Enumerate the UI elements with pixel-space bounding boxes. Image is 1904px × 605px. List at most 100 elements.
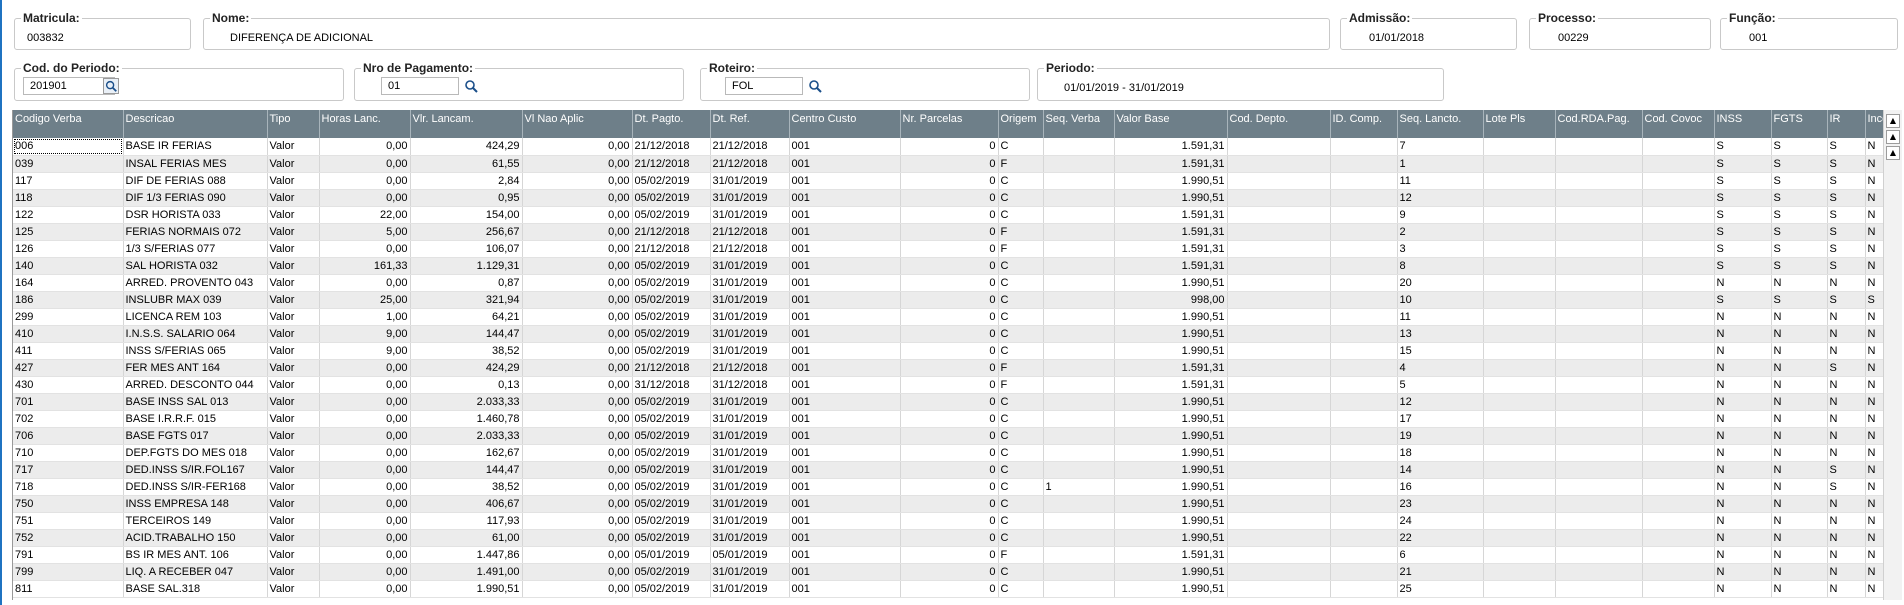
table-cell[interactable]: N <box>1865 495 1883 513</box>
table-row[interactable]: 126 1/3 S/FERIAS 077 Valor 0,00 106,07 0,00 21… <box>13 240 1883 258</box>
table-cell[interactable]: C <box>998 461 1044 479</box>
table-cell[interactable]: N <box>1865 376 1883 394</box>
table-cell[interactable]: C <box>998 563 1044 581</box>
table-cell[interactable]: 1,00 <box>319 308 411 326</box>
table-cell[interactable]: 13 <box>1397 325 1484 343</box>
table-cell[interactable]: 25 <box>1397 580 1484 598</box>
table-cell[interactable] <box>1043 495 1115 513</box>
table-cell[interactable]: 12 <box>1397 189 1484 207</box>
table-cell[interactable] <box>1483 189 1556 207</box>
table-cell[interactable]: Valor <box>267 257 320 275</box>
table-cell[interactable] <box>1483 223 1556 241</box>
table-row[interactable]: 427 FER MES ANT 164 Valor 0,00 424,29 0,00 21/… <box>13 359 1883 377</box>
table-cell[interactable]: 21/12/2018 <box>710 155 790 173</box>
table-cell[interactable]: 154,00 <box>410 206 523 224</box>
table-cell[interactable]: 0 <box>900 529 999 547</box>
table-cell[interactable] <box>1043 461 1115 479</box>
table-cell[interactable]: N <box>1771 461 1828 479</box>
table-cell[interactable] <box>1483 580 1556 598</box>
table-cell[interactable]: 05/02/2019 <box>632 206 711 224</box>
table-cell[interactable]: F <box>998 155 1044 173</box>
table-cell[interactable]: 0,00 <box>522 495 633 513</box>
table-cell[interactable]: C <box>998 342 1044 360</box>
table-cell[interactable]: Valor <box>267 155 320 173</box>
table-cell[interactable]: 0 <box>900 189 999 207</box>
table-cell[interactable] <box>1227 291 1331 309</box>
table-cell[interactable] <box>1642 546 1715 564</box>
table-cell[interactable] <box>1330 274 1398 292</box>
table-cell[interactable]: 0,13 <box>410 376 523 394</box>
table-cell[interactable]: 706 <box>13 427 124 445</box>
nro-pagamento-input[interactable]: 01 <box>381 77 459 95</box>
table-cell[interactable]: N <box>1827 512 1866 530</box>
table-cell[interactable]: 0,00 <box>522 444 633 462</box>
table-cell[interactable] <box>1642 495 1715 513</box>
column-header[interactable]: IR <box>1827 110 1866 138</box>
table-cell[interactable]: INSS EMPRESA 148 <box>123 495 268 513</box>
table-cell[interactable] <box>1043 172 1115 190</box>
table-cell[interactable] <box>1330 155 1398 173</box>
table-cell[interactable]: 22 <box>1397 529 1484 547</box>
table-cell[interactable]: 21/12/2018 <box>710 240 790 258</box>
table-cell[interactable] <box>1043 359 1115 377</box>
table-cell[interactable] <box>1642 172 1715 190</box>
table-cell[interactable]: C <box>998 427 1044 445</box>
table-cell[interactable]: C <box>998 495 1044 513</box>
table-cell[interactable]: 18 <box>1397 444 1484 462</box>
table-cell[interactable]: N <box>1714 512 1772 530</box>
table-cell[interactable]: 0,00 <box>522 529 633 547</box>
table-cell[interactable] <box>1483 563 1556 581</box>
table-cell[interactable]: N <box>1771 580 1828 598</box>
table-cell[interactable]: Valor <box>267 461 320 479</box>
column-header[interactable]: Horas Lanc. <box>319 110 411 138</box>
table-cell[interactable]: 31/01/2019 <box>710 274 790 292</box>
table-cell[interactable]: 05/02/2019 <box>632 444 711 462</box>
table-cell[interactable]: 21/12/2018 <box>632 138 711 156</box>
table-cell[interactable]: 1.990,51 <box>1114 342 1228 360</box>
table-cell[interactable]: N <box>1865 359 1883 377</box>
grid-vertical-scrollbar[interactable]: ▲ ▲ ▲ <box>1883 110 1902 600</box>
table-cell[interactable]: 1.591,31 <box>1114 155 1228 173</box>
table-cell[interactable]: C <box>998 410 1044 428</box>
table-cell[interactable]: Valor <box>267 189 320 207</box>
table-cell[interactable]: 717 <box>13 461 124 479</box>
table-cell[interactable]: 1.591,31 <box>1114 206 1228 224</box>
table-cell[interactable] <box>1642 529 1715 547</box>
table-cell[interactable]: N <box>1771 478 1828 496</box>
table-cell[interactable]: 001 <box>789 376 901 394</box>
table-cell[interactable]: 118 <box>13 189 124 207</box>
table-cell[interactable] <box>1043 512 1115 530</box>
table-cell[interactable]: 16 <box>1397 478 1484 496</box>
table-cell[interactable]: N <box>1865 172 1883 190</box>
table-cell[interactable]: C <box>998 138 1044 156</box>
table-cell[interactable]: 31/01/2019 <box>710 512 790 530</box>
table-cell[interactable]: 10 <box>1397 291 1484 309</box>
table-cell[interactable]: 0,00 <box>319 478 411 496</box>
table-cell[interactable]: S <box>1714 189 1772 207</box>
table-cell[interactable]: 0,00 <box>522 172 633 190</box>
table-cell[interactable]: 001 <box>789 393 901 411</box>
table-cell[interactable]: 702 <box>13 410 124 428</box>
table-cell[interactable] <box>1227 325 1331 343</box>
table-cell[interactable]: 14 <box>1397 461 1484 479</box>
table-cell[interactable] <box>1555 546 1643 564</box>
table-row[interactable]: 411 INSS S/FERIAS 065 Valor 9,00 38,52 0,00 05… <box>13 342 1883 360</box>
table-cell[interactable]: 1 <box>1043 478 1115 496</box>
table-cell[interactable]: 710 <box>13 444 124 462</box>
table-cell[interactable] <box>1642 206 1715 224</box>
table-cell[interactable] <box>1227 410 1331 428</box>
table-cell[interactable] <box>1555 410 1643 428</box>
table-cell[interactable]: 21/12/2018 <box>632 359 711 377</box>
table-cell[interactable] <box>1483 359 1556 377</box>
table-cell[interactable]: N <box>1714 376 1772 394</box>
table-cell[interactable] <box>1043 546 1115 564</box>
table-cell[interactable]: 1/3 S/FERIAS 077 <box>123 240 268 258</box>
table-cell[interactable]: 6 <box>1397 546 1484 564</box>
table-cell[interactable]: Valor <box>267 223 320 241</box>
table-cell[interactable]: N <box>1827 274 1866 292</box>
table-cell[interactable]: N <box>1865 325 1883 343</box>
table-cell[interactable] <box>1555 308 1643 326</box>
table-cell[interactable]: 1.990,51 <box>1114 444 1228 462</box>
table-cell[interactable]: N <box>1771 512 1828 530</box>
table-cell[interactable]: N <box>1714 546 1772 564</box>
